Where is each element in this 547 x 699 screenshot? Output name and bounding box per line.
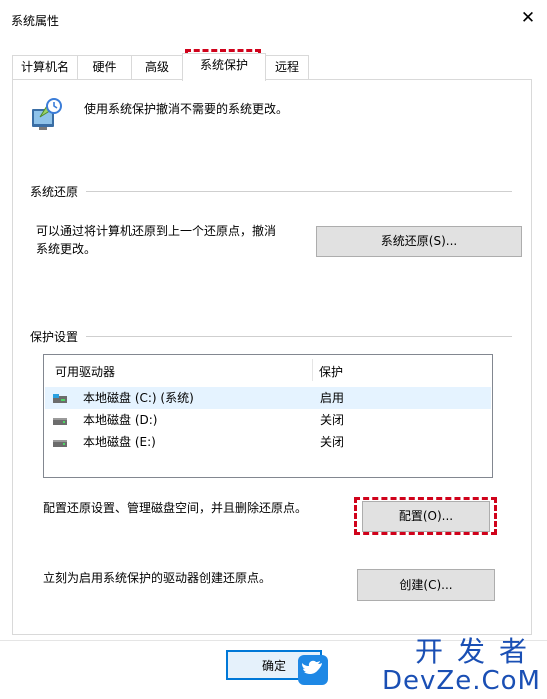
column-drive[interactable]: 可用驱动器 <box>55 363 115 380</box>
watermark-en: DevZe.CoM <box>382 666 541 696</box>
bird-logo-icon <box>298 655 328 685</box>
watermark-cn: 开发者 <box>414 635 541 668</box>
system-restore-divider <box>30 191 512 192</box>
tab-advanced[interactable]: 高级 <box>131 55 183 79</box>
tab-computer-name[interactable]: 计算机名 <box>12 55 78 79</box>
drive-icon <box>53 418 67 425</box>
highlight-configure-box <box>354 497 497 535</box>
tab-remote[interactable]: 远程 <box>265 55 309 79</box>
configure-description: 配置还原设置、管理磁盘空间，并且删除还原点。 <box>43 501 308 515</box>
drive-row[interactable]: 本地磁盘 (C:) (系统) 启用 <box>45 387 491 409</box>
drive-list-header: 可用驱动器 保护 <box>44 355 492 385</box>
system-restore-button[interactable]: 系统还原(S)... <box>316 226 522 257</box>
intro-text: 使用系统保护撤消不需要的系统更改。 <box>84 102 289 116</box>
system-restore-heading: 系统还原 <box>30 183 87 200</box>
drive-list[interactable]: 可用驱动器 保护 本地磁盘 (C:) (系统) 启用 本地磁盘 (D:) 关闭 … <box>43 354 493 478</box>
column-protection[interactable]: 保护 <box>319 363 343 380</box>
close-icon[interactable]: ✕ <box>519 9 537 27</box>
column-separator <box>312 359 313 381</box>
drive-icon <box>53 440 67 447</box>
tab-system-protection[interactable]: 系统保护 <box>182 53 266 81</box>
title-bar: 系统属性 ✕ <box>0 0 547 40</box>
watermark: 开发者 DevZe.CoM <box>382 635 541 696</box>
tab-hardware[interactable]: 硬件 <box>77 55 132 79</box>
drive-row[interactable]: 本地磁盘 (E:) 关闭 <box>45 431 491 453</box>
create-description: 立刻为启用系统保护的驱动器创建还原点。 <box>43 571 272 585</box>
system-restore-description: 可以通过将计算机还原到上一个还原点，撤消 系统更改。 <box>36 224 277 256</box>
drive-row[interactable]: 本地磁盘 (D:) 关闭 <box>45 409 491 431</box>
system-drive-icon <box>53 394 67 403</box>
window-title: 系统属性 <box>11 14 60 28</box>
create-button[interactable]: 创建(C)... <box>357 569 495 601</box>
protection-heading: 保护设置 <box>30 328 87 345</box>
system-protection-icon <box>32 98 62 130</box>
protection-divider <box>30 336 512 337</box>
